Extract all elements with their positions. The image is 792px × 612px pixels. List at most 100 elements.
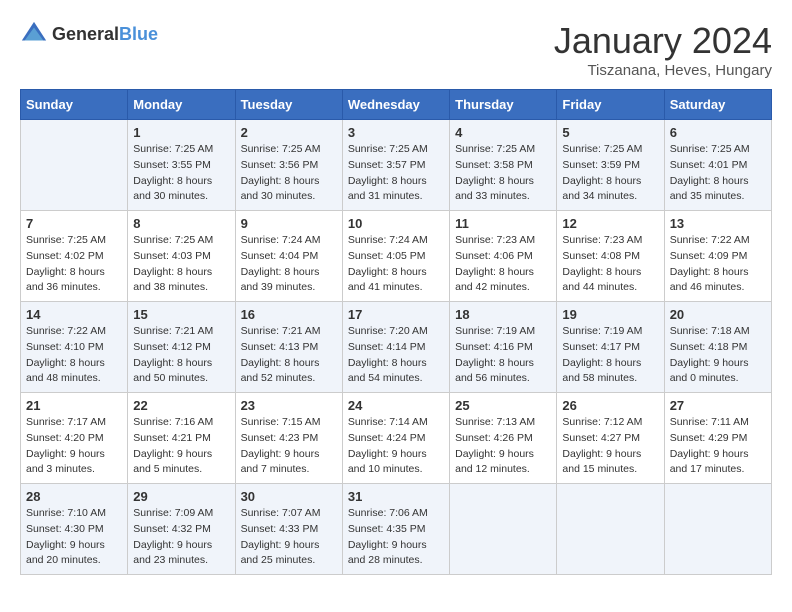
day-detail: Sunrise: 7:12 AMSunset: 4:27 PMDaylight:… [562, 415, 658, 478]
calendar-cell: 13 Sunrise: 7:22 AMSunset: 4:09 PMDayligh… [664, 211, 771, 302]
weekday-header-sunday: Sunday [21, 90, 128, 120]
day-detail: Sunrise: 7:25 AMSunset: 3:55 PMDaylight:… [133, 142, 229, 205]
day-number: 29 [133, 489, 229, 504]
calendar-cell: 24 Sunrise: 7:14 AMSunset: 4:24 PMDayligh… [342, 393, 449, 484]
calendar-cell: 7 Sunrise: 7:25 AMSunset: 4:02 PMDaylight… [21, 211, 128, 302]
calendar-cell [21, 120, 128, 211]
day-number: 10 [348, 216, 444, 231]
calendar-cell: 2 Sunrise: 7:25 AMSunset: 3:56 PMDaylight… [235, 120, 342, 211]
calendar-cell: 23 Sunrise: 7:15 AMSunset: 4:23 PMDayligh… [235, 393, 342, 484]
calendar-cell: 28 Sunrise: 7:10 AMSunset: 4:30 PMDayligh… [21, 484, 128, 575]
day-detail: Sunrise: 7:17 AMSunset: 4:20 PMDaylight:… [26, 415, 122, 478]
calendar-cell: 8 Sunrise: 7:25 AMSunset: 4:03 PMDaylight… [128, 211, 235, 302]
calendar-cell: 27 Sunrise: 7:11 AMSunset: 4:29 PMDayligh… [664, 393, 771, 484]
weekday-header-friday: Friday [557, 90, 664, 120]
calendar-cell [450, 484, 557, 575]
day-detail: Sunrise: 7:25 AMSunset: 3:56 PMDaylight:… [241, 142, 337, 205]
calendar-cell: 31 Sunrise: 7:06 AMSunset: 4:35 PMDayligh… [342, 484, 449, 575]
calendar-cell [557, 484, 664, 575]
calendar-cell: 10 Sunrise: 7:24 AMSunset: 4:05 PMDayligh… [342, 211, 449, 302]
day-number: 5 [562, 125, 658, 140]
calendar-week-row: 28 Sunrise: 7:10 AMSunset: 4:30 PMDayligh… [21, 484, 772, 575]
day-detail: Sunrise: 7:06 AMSunset: 4:35 PMDaylight:… [348, 506, 444, 569]
day-detail: Sunrise: 7:21 AMSunset: 4:13 PMDaylight:… [241, 324, 337, 387]
day-detail: Sunrise: 7:19 AMSunset: 4:17 PMDaylight:… [562, 324, 658, 387]
day-number: 21 [26, 398, 122, 413]
weekday-header-tuesday: Tuesday [235, 90, 342, 120]
calendar-cell: 15 Sunrise: 7:21 AMSunset: 4:12 PMDayligh… [128, 302, 235, 393]
calendar-cell: 30Sunrise: 7:07 AMSunset: 4:33 PMDayligh… [235, 484, 342, 575]
logo-text: GeneralBlue [52, 24, 158, 45]
calendar-cell: 20Sunrise: 7:18 AMSunset: 4:18 PMDayligh… [664, 302, 771, 393]
calendar-week-row: 21 Sunrise: 7:17 AMSunset: 4:20 PMDayligh… [21, 393, 772, 484]
calendar-cell: 12Sunrise: 7:23 AMSunset: 4:08 PMDayligh… [557, 211, 664, 302]
calendar-cell: 9Sunrise: 7:24 AMSunset: 4:04 PMDaylight… [235, 211, 342, 302]
calendar-cell: 5 Sunrise: 7:25 AMSunset: 3:59 PMDaylight… [557, 120, 664, 211]
day-detail: Sunrise: 7:25 AMSunset: 4:01 PMDaylight:… [670, 142, 766, 205]
day-number: 12 [562, 216, 658, 231]
title-area: January 2024 Tiszanana, Heves, Hungary [554, 20, 772, 79]
calendar-cell: 1 Sunrise: 7:25 AMSunset: 3:55 PMDaylight… [128, 120, 235, 211]
logo: GeneralBlue [20, 20, 158, 48]
calendar-cell: 14 Sunrise: 7:22 AMSunset: 4:10 PMDayligh… [21, 302, 128, 393]
day-detail: Sunrise: 7:25 AMSunset: 4:03 PMDaylight:… [133, 233, 229, 296]
day-detail: Sunrise: 7:16 AMSunset: 4:21 PMDaylight:… [133, 415, 229, 478]
calendar-week-row: 14 Sunrise: 7:22 AMSunset: 4:10 PMDayligh… [21, 302, 772, 393]
day-number: 1 [133, 125, 229, 140]
day-number: 14 [26, 307, 122, 322]
calendar-cell: 3Sunrise: 7:25 AMSunset: 3:57 PMDaylight… [342, 120, 449, 211]
day-number: 13 [670, 216, 766, 231]
day-number: 3 [348, 125, 444, 140]
day-detail: Sunrise: 7:24 AMSunset: 4:05 PMDaylight:… [348, 233, 444, 296]
day-detail: Sunrise: 7:25 AMSunset: 3:58 PMDaylight:… [455, 142, 551, 205]
calendar-cell: 29 Sunrise: 7:09 AMSunset: 4:32 PMDayligh… [128, 484, 235, 575]
day-number: 2 [241, 125, 337, 140]
day-detail: Sunrise: 7:10 AMSunset: 4:30 PMDaylight:… [26, 506, 122, 569]
weekday-header-thursday: Thursday [450, 90, 557, 120]
day-detail: Sunrise: 7:24 AMSunset: 4:04 PMDaylight:… [241, 233, 337, 296]
day-number: 26 [562, 398, 658, 413]
day-detail: Sunrise: 7:13 AMSunset: 4:26 PMDaylight:… [455, 415, 551, 478]
logo-blue: Blue [119, 24, 158, 44]
day-number: 31 [348, 489, 444, 504]
day-detail: Sunrise: 7:21 AMSunset: 4:12 PMDaylight:… [133, 324, 229, 387]
day-detail: Sunrise: 7:15 AMSunset: 4:23 PMDaylight:… [241, 415, 337, 478]
day-number: 22 [133, 398, 229, 413]
day-number: 7 [26, 216, 122, 231]
day-detail: Sunrise: 7:09 AMSunset: 4:32 PMDaylight:… [133, 506, 229, 569]
calendar-cell: 16Sunrise: 7:21 AMSunset: 4:13 PMDayligh… [235, 302, 342, 393]
day-detail: Sunrise: 7:18 AMSunset: 4:18 PMDaylight:… [670, 324, 766, 387]
day-detail: Sunrise: 7:25 AMSunset: 4:02 PMDaylight:… [26, 233, 122, 296]
month-title: January 2024 [554, 20, 772, 62]
day-number: 25 [455, 398, 551, 413]
day-detail: Sunrise: 7:11 AMSunset: 4:29 PMDaylight:… [670, 415, 766, 478]
day-detail: Sunrise: 7:23 AMSunset: 4:06 PMDaylight:… [455, 233, 551, 296]
day-number: 24 [348, 398, 444, 413]
day-number: 15 [133, 307, 229, 322]
calendar-cell [664, 484, 771, 575]
day-number: 28 [26, 489, 122, 504]
day-number: 8 [133, 216, 229, 231]
calendar-table: SundayMondayTuesdayWednesdayThursdayFrid… [20, 89, 772, 575]
day-detail: Sunrise: 7:25 AMSunset: 3:59 PMDaylight:… [562, 142, 658, 205]
day-detail: Sunrise: 7:22 AMSunset: 4:10 PMDaylight:… [26, 324, 122, 387]
day-number: 23 [241, 398, 337, 413]
day-number: 19 [562, 307, 658, 322]
day-number: 27 [670, 398, 766, 413]
day-detail: Sunrise: 7:22 AMSunset: 4:09 PMDaylight:… [670, 233, 766, 296]
calendar-cell: 26 Sunrise: 7:12 AMSunset: 4:27 PMDayligh… [557, 393, 664, 484]
day-number: 18 [455, 307, 551, 322]
weekday-header-monday: Monday [128, 90, 235, 120]
day-detail: Sunrise: 7:14 AMSunset: 4:24 PMDaylight:… [348, 415, 444, 478]
calendar-cell: 17Sunrise: 7:20 AMSunset: 4:14 PMDayligh… [342, 302, 449, 393]
day-number: 30 [241, 489, 337, 504]
calendar-cell: 6 Sunrise: 7:25 AMSunset: 4:01 PMDaylight… [664, 120, 771, 211]
calendar-cell: 19 Sunrise: 7:19 AMSunset: 4:17 PMDayligh… [557, 302, 664, 393]
calendar-cell: 22 Sunrise: 7:16 AMSunset: 4:21 PMDayligh… [128, 393, 235, 484]
calendar-cell: 21 Sunrise: 7:17 AMSunset: 4:20 PMDayligh… [21, 393, 128, 484]
day-detail: Sunrise: 7:19 AMSunset: 4:16 PMDaylight:… [455, 324, 551, 387]
location-title: Tiszanana, Heves, Hungary [554, 62, 772, 79]
day-number: 17 [348, 307, 444, 322]
weekday-header-row: SundayMondayTuesdayWednesdayThursdayFrid… [21, 90, 772, 120]
day-number: 6 [670, 125, 766, 140]
